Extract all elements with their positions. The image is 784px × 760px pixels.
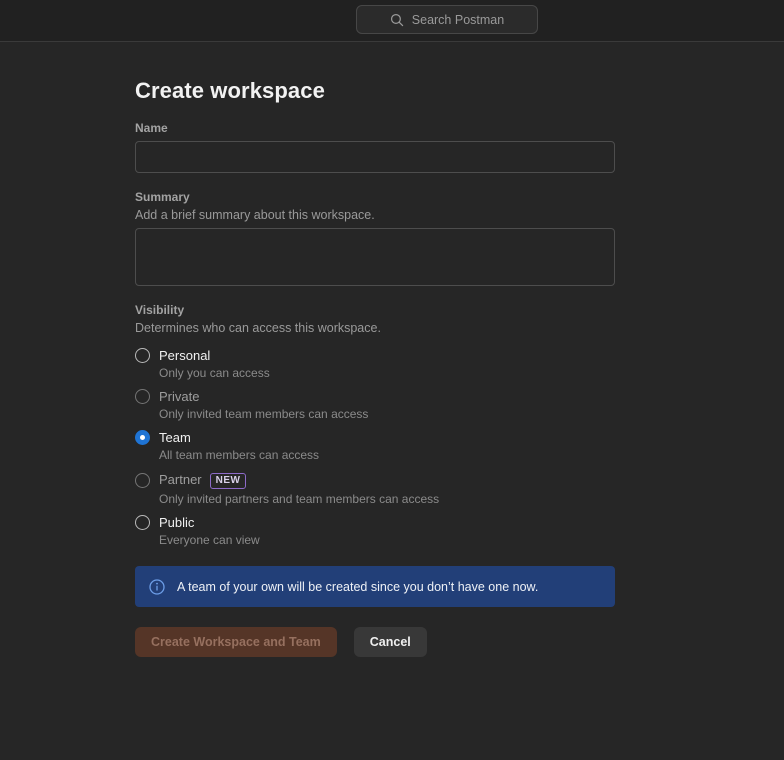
option-label: Public bbox=[159, 515, 194, 530]
radio-selected-icon[interactable] bbox=[135, 430, 150, 445]
name-field[interactable] bbox=[135, 141, 615, 173]
search-input[interactable]: Search Postman bbox=[356, 5, 538, 34]
option-description: Only invited partners and team members c… bbox=[159, 492, 784, 506]
radio-private[interactable]: Private bbox=[135, 389, 784, 404]
visibility-option-private: Private Only invited team members can ac… bbox=[135, 389, 784, 421]
info-banner: A team of your own will be created since… bbox=[135, 566, 615, 607]
create-workspace-button[interactable]: Create Workspace and Team bbox=[135, 627, 337, 657]
summary-hint: Add a brief summary about this workspace… bbox=[135, 208, 784, 222]
create-workspace-page: Create workspace Name Summary Add a brie… bbox=[0, 78, 784, 657]
radio-personal[interactable]: Personal bbox=[135, 348, 784, 363]
option-description: Only invited team members can access bbox=[159, 407, 784, 421]
visibility-label: Visibility bbox=[135, 303, 784, 317]
search-placeholder: Search Postman bbox=[412, 13, 504, 27]
info-icon bbox=[149, 579, 165, 595]
summary-field[interactable] bbox=[135, 228, 615, 286]
radio-team[interactable]: Team bbox=[135, 430, 784, 445]
visibility-option-public: Public Everyone can view bbox=[135, 515, 784, 547]
visibility-hint: Determines who can access this workspace… bbox=[135, 321, 784, 335]
option-label: Personal bbox=[159, 348, 210, 363]
visibility-option-partner: Partner NEW Only invited partners and tea… bbox=[135, 471, 784, 506]
new-badge: NEW bbox=[210, 473, 247, 489]
option-label: Team bbox=[159, 430, 191, 445]
option-description: Everyone can view bbox=[159, 533, 784, 547]
option-label: Partner bbox=[159, 472, 202, 487]
option-description: Only you can access bbox=[159, 366, 784, 380]
summary-label: Summary bbox=[135, 190, 784, 204]
search-icon bbox=[390, 13, 404, 27]
page-title: Create workspace bbox=[135, 78, 784, 104]
top-bar: Search Postman bbox=[0, 0, 784, 42]
radio-circle-icon[interactable] bbox=[135, 348, 150, 363]
radio-public[interactable]: Public bbox=[135, 515, 784, 530]
name-label: Name bbox=[135, 121, 784, 135]
option-label: Private bbox=[159, 389, 199, 404]
radio-circle-icon[interactable] bbox=[135, 473, 150, 488]
action-buttons: Create Workspace and Team Cancel bbox=[135, 627, 784, 657]
visibility-option-personal: Personal Only you can access bbox=[135, 348, 784, 380]
radio-partner[interactable]: Partner NEW bbox=[135, 471, 784, 489]
visibility-options: Personal Only you can access Private Onl… bbox=[135, 348, 784, 547]
cancel-button[interactable]: Cancel bbox=[354, 627, 427, 657]
option-description: All team members can access bbox=[159, 448, 784, 462]
banner-text: A team of your own will be created since… bbox=[177, 580, 538, 594]
visibility-option-team: Team All team members can access bbox=[135, 430, 784, 462]
radio-circle-icon[interactable] bbox=[135, 389, 150, 404]
radio-circle-icon[interactable] bbox=[135, 515, 150, 530]
